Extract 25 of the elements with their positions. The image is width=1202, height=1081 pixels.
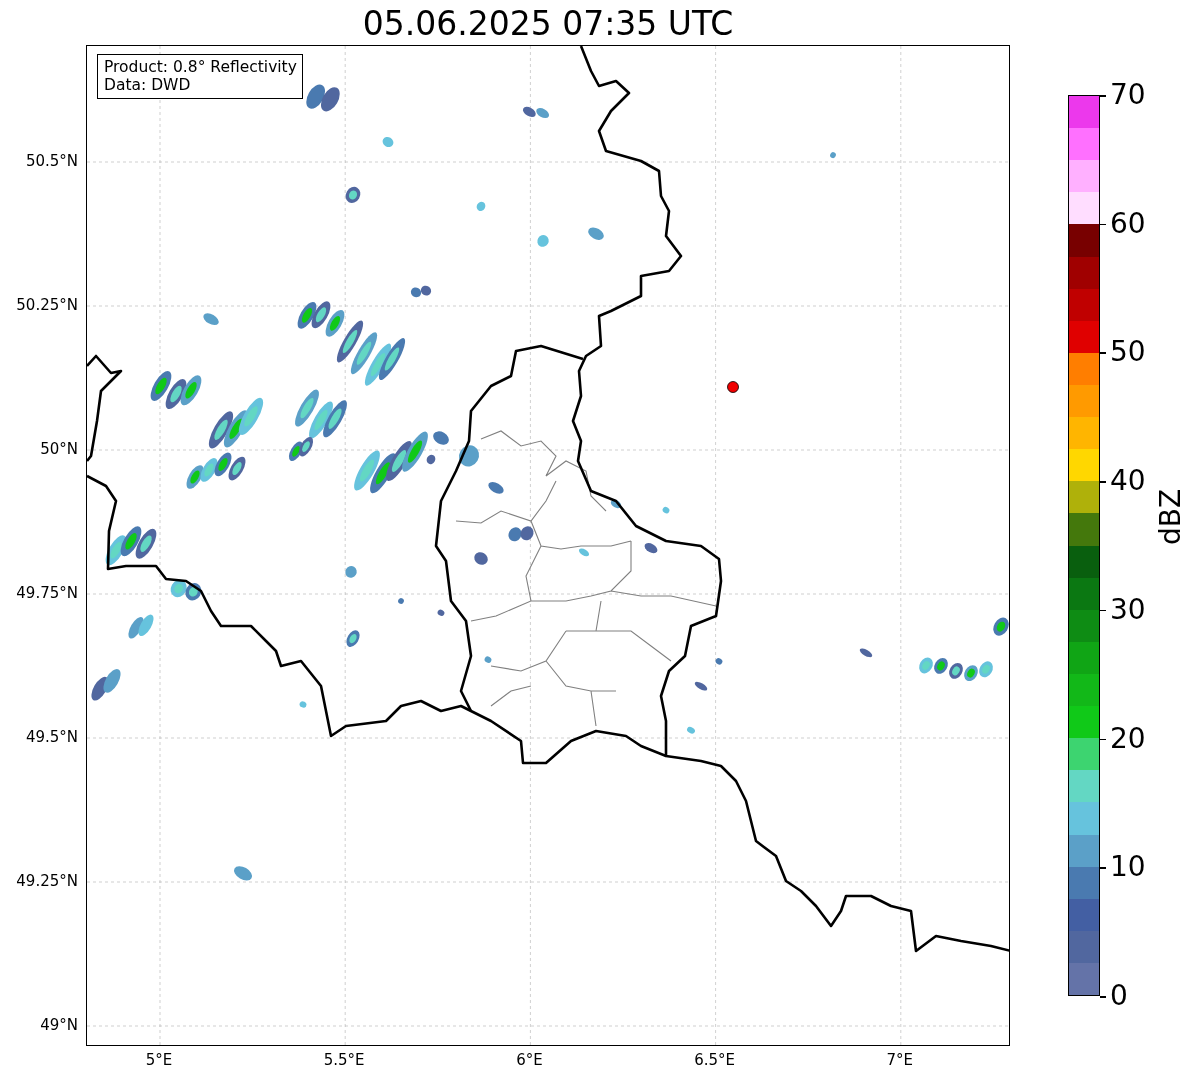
longitude-label: 6.5°E [694,1051,735,1069]
latitude-label: 49°N [40,1016,78,1034]
latitude-label: 50.5°N [25,152,78,170]
colorbar-tick-label: 0 [1110,981,1128,1011]
colorbar-tick-label: 70 [1110,80,1146,110]
longitude-label: 7°E [886,1051,914,1069]
chart-title: 05.06.2025 07:35 UTC [362,4,734,44]
longitude-label: 5°E [145,1051,173,1069]
colorbar-tick-label: 10 [1110,852,1146,883]
longitude-label: 6°E [516,1051,543,1069]
colorbar-tick-label: 60 [1110,208,1146,239]
longitude-label: 5.5°E [323,1051,365,1069]
latitude-label: 50°N [40,440,78,458]
latitude-label: 49.75°N [16,584,78,602]
colorbar-unit-label: dBZ [1154,488,1187,545]
latitude-label: 50.25°N [16,296,78,314]
location-marker [727,381,739,393]
latitude-label: 49.5°N [25,728,78,746]
colorbar-tick-label: 50 [1110,337,1146,368]
info-text: Product: 0.8° Reflectivity [104,58,297,76]
latitude-label: 49.25°N [16,872,78,890]
colorbar-tick-label: 40 [1110,466,1146,497]
info-text: Data: DWD [104,76,192,94]
colorbar-tick-label: 30 [1110,594,1146,625]
colorbar-tick-label: 20 [1110,723,1146,754]
